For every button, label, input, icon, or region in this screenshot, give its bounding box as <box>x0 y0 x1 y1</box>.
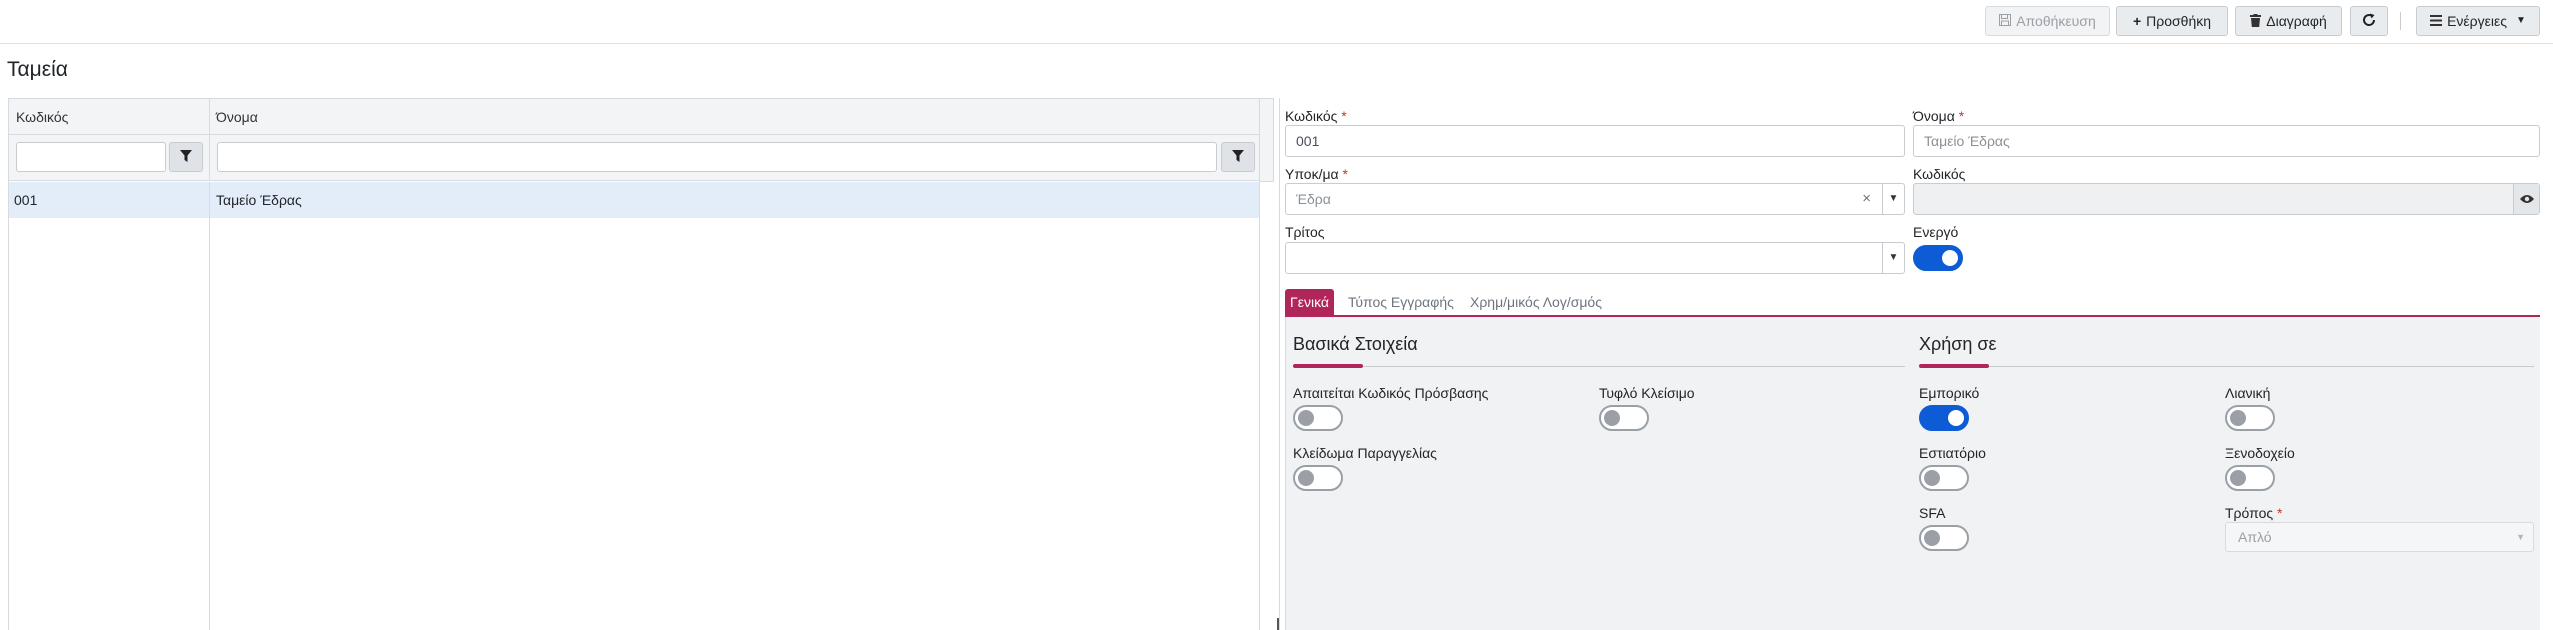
section-divider <box>1293 366 1905 367</box>
row-name-cell: Ταμείο Έδρας <box>216 192 302 208</box>
column-header-code[interactable]: Κωδικός <box>9 99 209 135</box>
filter-icon <box>1232 149 1244 165</box>
code-field-label: Κωδικός * <box>1285 108 1347 124</box>
column-divider <box>209 218 210 630</box>
restaurant-toggle[interactable] <box>1919 465 1969 491</box>
tab-financial-accounting[interactable]: Χρημ/μικός Λογ/σμός <box>1465 289 1607 316</box>
tab-entry-type[interactable]: Τύπος Εγγραφής <box>1343 289 1459 316</box>
general-tab-panel <box>1285 317 2540 630</box>
save-icon <box>1999 14 2012 28</box>
save-label: Αποθήκευση <box>2016 13 2096 29</box>
hotel-label: Ξενοδοχείο <box>2225 445 2295 461</box>
section-accent <box>1293 364 1363 368</box>
code2-field-label: Κωδικός <box>1913 166 1966 182</box>
grid-header: Κωδικός Όνομα <box>9 99 1259 135</box>
blind-close-toggle[interactable] <box>1599 405 1649 431</box>
order-lock-label: Κλείδωμα Παραγγελίας <box>1293 445 1437 461</box>
column-divider <box>209 182 210 218</box>
menu-icon <box>2430 14 2443 28</box>
column-divider <box>209 135 210 181</box>
require-password-label: Απαιτείται Κωδικός Πρόσβασης <box>1293 385 1489 401</box>
page-title: Ταμεία <box>7 58 68 81</box>
usage-section-title: Χρήση σε <box>1919 334 1997 354</box>
table-row[interactable]: 001 Ταμείο Έδρας <box>9 182 1259 218</box>
delete-button[interactable]: Διαγραφή <box>2235 6 2342 36</box>
clear-icon[interactable]: × <box>1862 184 1871 214</box>
third-party-select[interactable]: ▼ <box>1285 242 1905 274</box>
cash-registers-grid: Κωδικός Όνομα 001 Ταμείο Έδρας <box>8 98 1260 630</box>
caret-down-icon: ▼ <box>2516 532 2525 542</box>
restaurant-label: Εστιατόριο <box>1919 445 1986 461</box>
trash-icon <box>2250 13 2262 29</box>
branch-select[interactable]: Έδρα × ▼ <box>1285 183 1905 215</box>
name-field-label: Όνομα * <box>1913 108 1965 124</box>
code-filter-button[interactable] <box>169 142 203 172</box>
code-field[interactable]: 001 <box>1285 125 1905 157</box>
caret-down-icon[interactable]: ▼ <box>1882 243 1904 273</box>
panel-splitter[interactable] <box>1279 98 1280 630</box>
name-filter-input[interactable] <box>217 142 1217 172</box>
toolbar-separator <box>2400 12 2401 30</box>
mode-select[interactable]: Απλό ▼ <box>2225 522 2534 552</box>
plus-icon: + <box>2132 13 2142 29</box>
grid-scrollbar-gutter <box>1260 98 1274 182</box>
section-accent <box>1919 364 1989 368</box>
hotel-toggle[interactable] <box>2225 465 2275 491</box>
commercial-toggle[interactable] <box>1919 405 1969 431</box>
sfa-toggle[interactable] <box>1919 525 1969 551</box>
add-button[interactable]: + Προσθήκη <box>2116 6 2228 36</box>
code-filter-input[interactable] <box>16 142 166 172</box>
code2-field[interactable] <box>1913 183 2540 215</box>
name-field[interactable]: Ταμείο Έδρας <box>1913 125 2540 157</box>
mode-label: Τρόπος * <box>2225 505 2283 521</box>
retail-toggle[interactable] <box>2225 405 2275 431</box>
retail-label: Λιανική <box>2225 385 2271 401</box>
third-party-field-label: Τρίτος <box>1285 224 1325 240</box>
basic-section-title: Βασικά Στοιχεία <box>1293 334 1418 354</box>
delete-label: Διαγραφή <box>2266 13 2327 29</box>
column-header-name[interactable]: Όνομα <box>209 99 1259 135</box>
caret-down-icon: ▼ <box>2515 15 2526 26</box>
refresh-button[interactable] <box>2350 6 2388 36</box>
actions-dropdown-button[interactable]: Ενέργειες ▼ <box>2416 6 2540 36</box>
splitter-handle[interactable] <box>1277 618 1279 630</box>
caret-down-icon[interactable]: ▼ <box>1882 184 1904 214</box>
commercial-label: Εμπορικό <box>1919 385 1980 401</box>
tab-general[interactable]: Γενικά <box>1285 289 1334 316</box>
branch-field-label: Υποκ/μα * <box>1285 166 1348 182</box>
add-label: Προσθήκη <box>2146 13 2212 29</box>
name-filter-button[interactable] <box>1221 142 1255 172</box>
sfa-label: SFA <box>1919 505 1946 521</box>
row-code-cell: 001 <box>14 192 38 208</box>
blind-close-label: Τυφλό Κλείσιμο <box>1599 385 1695 401</box>
refresh-icon <box>2362 13 2376 29</box>
order-lock-toggle[interactable] <box>1293 465 1343 491</box>
filter-icon <box>180 149 192 165</box>
actions-label: Ενέργειες <box>2447 13 2507 29</box>
grid-filter-row <box>9 135 1259 181</box>
eye-icon[interactable] <box>2513 184 2539 214</box>
save-button[interactable]: Αποθήκευση <box>1985 6 2110 36</box>
active-toggle[interactable] <box>1913 245 1963 271</box>
top-toolbar: Αποθήκευση + Προσθήκη Διαγραφή Ενέργειες… <box>0 0 2553 44</box>
section-divider <box>1919 366 2534 367</box>
active-label: Ενεργό <box>1913 224 1959 240</box>
require-password-toggle[interactable] <box>1293 405 1343 431</box>
